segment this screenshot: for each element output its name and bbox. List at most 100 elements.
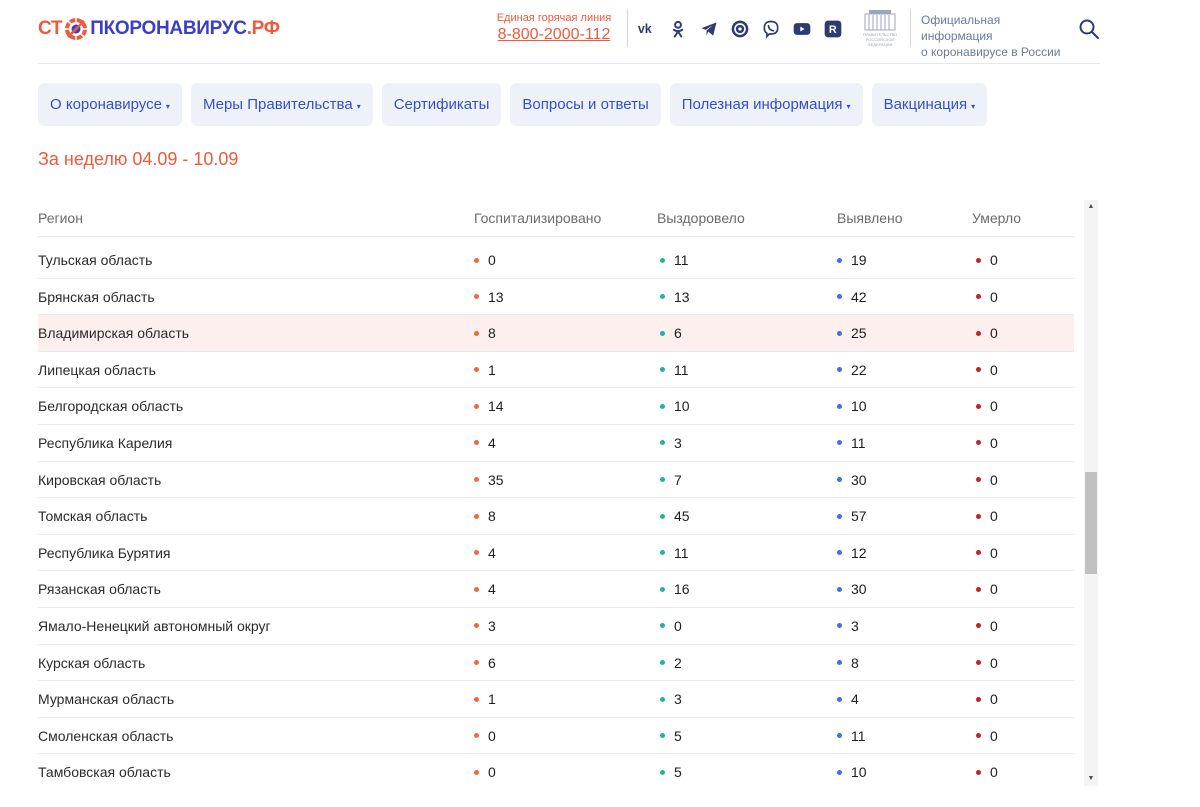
hospitalized-dot-icon — [474, 294, 479, 300]
recovered-value: 45 — [674, 508, 690, 525]
died-cell: 0 — [976, 362, 998, 378]
detected-value: 42 — [851, 288, 867, 305]
hospitalized-dot-icon — [474, 330, 479, 336]
hotline-label: Единая горячая линия — [496, 12, 612, 24]
recovered-value: 0 — [674, 617, 682, 634]
scroll-thumb[interactable] — [1085, 472, 1097, 574]
detected-value: 11 — [851, 434, 866, 451]
detected-value: 30 — [851, 581, 867, 598]
tiktok-icon[interactable] — [729, 18, 751, 40]
region-name: Владимирская область — [38, 325, 190, 342]
nav-government-measures[interactable]: Меры Правительства ▾ — [190, 83, 373, 126]
hospitalized-value: 35 — [488, 471, 504, 488]
table-row: Ямало-Ненецкий автономный округ 3 0 3 0 — [38, 608, 1074, 645]
died-value: 0 — [990, 544, 998, 561]
site-logo[interactable]: СТ ПКОРОНАВИРУС.РФ — [38, 15, 280, 43]
died-value: 0 — [990, 288, 998, 305]
region-name: Ямало-Ненецкий автономный округ — [38, 617, 271, 634]
hospitalized-value: 8 — [488, 508, 496, 525]
telegram-icon[interactable] — [698, 18, 720, 40]
table-row: Республика Карелия 4 3 11 0 — [38, 425, 1074, 462]
detected-value: 19 — [851, 252, 867, 268]
hospitalized-value: 0 — [488, 252, 496, 268]
table-row: Брянская область 13 13 42 0 — [38, 279, 1074, 316]
recovered-dot-icon — [660, 440, 665, 446]
hospitalized-dot-icon — [474, 586, 479, 592]
hospitalized-dot-icon — [474, 623, 479, 629]
nav-about-coronavirus[interactable]: О коронавирусе ▾ — [38, 83, 182, 126]
region-name: Смоленская область — [38, 727, 174, 744]
detected-value: 11 — [851, 727, 866, 744]
recovered-value: 3 — [674, 691, 682, 708]
died-cell: 0 — [976, 728, 998, 744]
hospitalized-dot-icon — [474, 769, 479, 775]
recovered-cell: 7 — [660, 472, 682, 488]
detected-dot-icon — [837, 733, 842, 739]
died-value: 0 — [990, 471, 998, 488]
gov-info-line-1: Официальная информация — [921, 13, 1001, 43]
died-value: 0 — [990, 434, 998, 451]
died-dot-icon — [976, 367, 981, 373]
scroll-down-arrow-icon[interactable]: ▼ — [1084, 772, 1098, 786]
detected-value: 30 — [851, 471, 867, 488]
col-header-recovered: Выздоровело — [657, 210, 745, 226]
died-cell: 0 — [976, 472, 998, 488]
detected-cell: 10 — [837, 398, 867, 414]
detected-cell: 11 — [837, 435, 866, 451]
region-name: Кировская область — [38, 471, 162, 488]
table-row: Кировская область 35 7 30 0 — [38, 462, 1074, 499]
detected-value: 57 — [851, 508, 867, 525]
died-dot-icon — [976, 440, 981, 446]
col-header-region: Регион — [38, 210, 83, 226]
chevron-down-icon: ▾ — [165, 102, 170, 111]
search-icon[interactable] — [1078, 18, 1100, 40]
gov-info-text[interactable]: Официальная информация о коронавирусе в … — [921, 12, 1071, 60]
died-value: 0 — [990, 325, 998, 342]
chevron-down-icon: ▾ — [971, 102, 976, 111]
died-dot-icon — [976, 330, 981, 336]
hospitalized-value: 8 — [488, 325, 496, 342]
nav-useful-info[interactable]: Полезная информация ▾ — [669, 83, 863, 126]
logo-part-1: СТ — [38, 18, 63, 39]
logo-part-2: ПКОРОНАВИРУС — [90, 18, 247, 39]
recovered-dot-icon — [660, 550, 665, 556]
died-dot-icon — [976, 623, 981, 629]
social-links: vk R — [636, 17, 844, 41]
hospitalized-value: 4 — [488, 434, 496, 451]
nav-questions-answers[interactable]: Вопросы и ответы — [510, 83, 661, 126]
rutube-icon[interactable]: R — [822, 18, 844, 40]
recovered-cell: 11 — [660, 545, 689, 561]
regions-stats-table: Регион Госпитализировано Выздоровело Выя… — [38, 200, 1098, 790]
recovered-dot-icon — [660, 257, 665, 263]
scroll-up-arrow-icon[interactable]: ▲ — [1084, 200, 1098, 214]
recovered-cell: 11 — [660, 362, 689, 378]
recovered-dot-icon — [660, 769, 665, 775]
chevron-down-icon: ▾ — [356, 102, 361, 111]
scrollbar[interactable]: ▲ ▼ — [1084, 200, 1098, 786]
died-dot-icon — [976, 733, 981, 739]
viber-icon[interactable] — [760, 18, 782, 40]
gov-divider — [910, 9, 911, 47]
died-cell: 0 — [976, 618, 998, 634]
detected-dot-icon — [837, 696, 842, 702]
detected-dot-icon — [837, 513, 842, 519]
recovered-value: 11 — [674, 544, 689, 561]
died-value: 0 — [990, 727, 998, 744]
youtube-icon[interactable] — [791, 18, 813, 40]
detected-cell: 12 — [837, 545, 867, 561]
nav-vaccination[interactable]: Вакцинация ▾ — [871, 83, 988, 126]
recovered-value: 13 — [674, 288, 690, 305]
ok-icon[interactable] — [667, 18, 689, 40]
detected-value: 10 — [851, 398, 867, 415]
hotline-phone-link[interactable]: 8-800-2000-112 — [494, 25, 614, 45]
nav-certificates[interactable]: Сертификаты — [381, 83, 502, 126]
svg-text:vk: vk — [638, 22, 652, 36]
detected-dot-icon — [837, 623, 842, 629]
died-cell: 0 — [976, 252, 998, 268]
vk-icon[interactable]: vk — [636, 18, 658, 40]
died-dot-icon — [976, 403, 981, 409]
hospitalized-cell: 4 — [474, 545, 496, 561]
detected-dot-icon — [837, 403, 842, 409]
died-value: 0 — [990, 764, 998, 781]
hospitalized-cell: 13 — [474, 289, 504, 305]
